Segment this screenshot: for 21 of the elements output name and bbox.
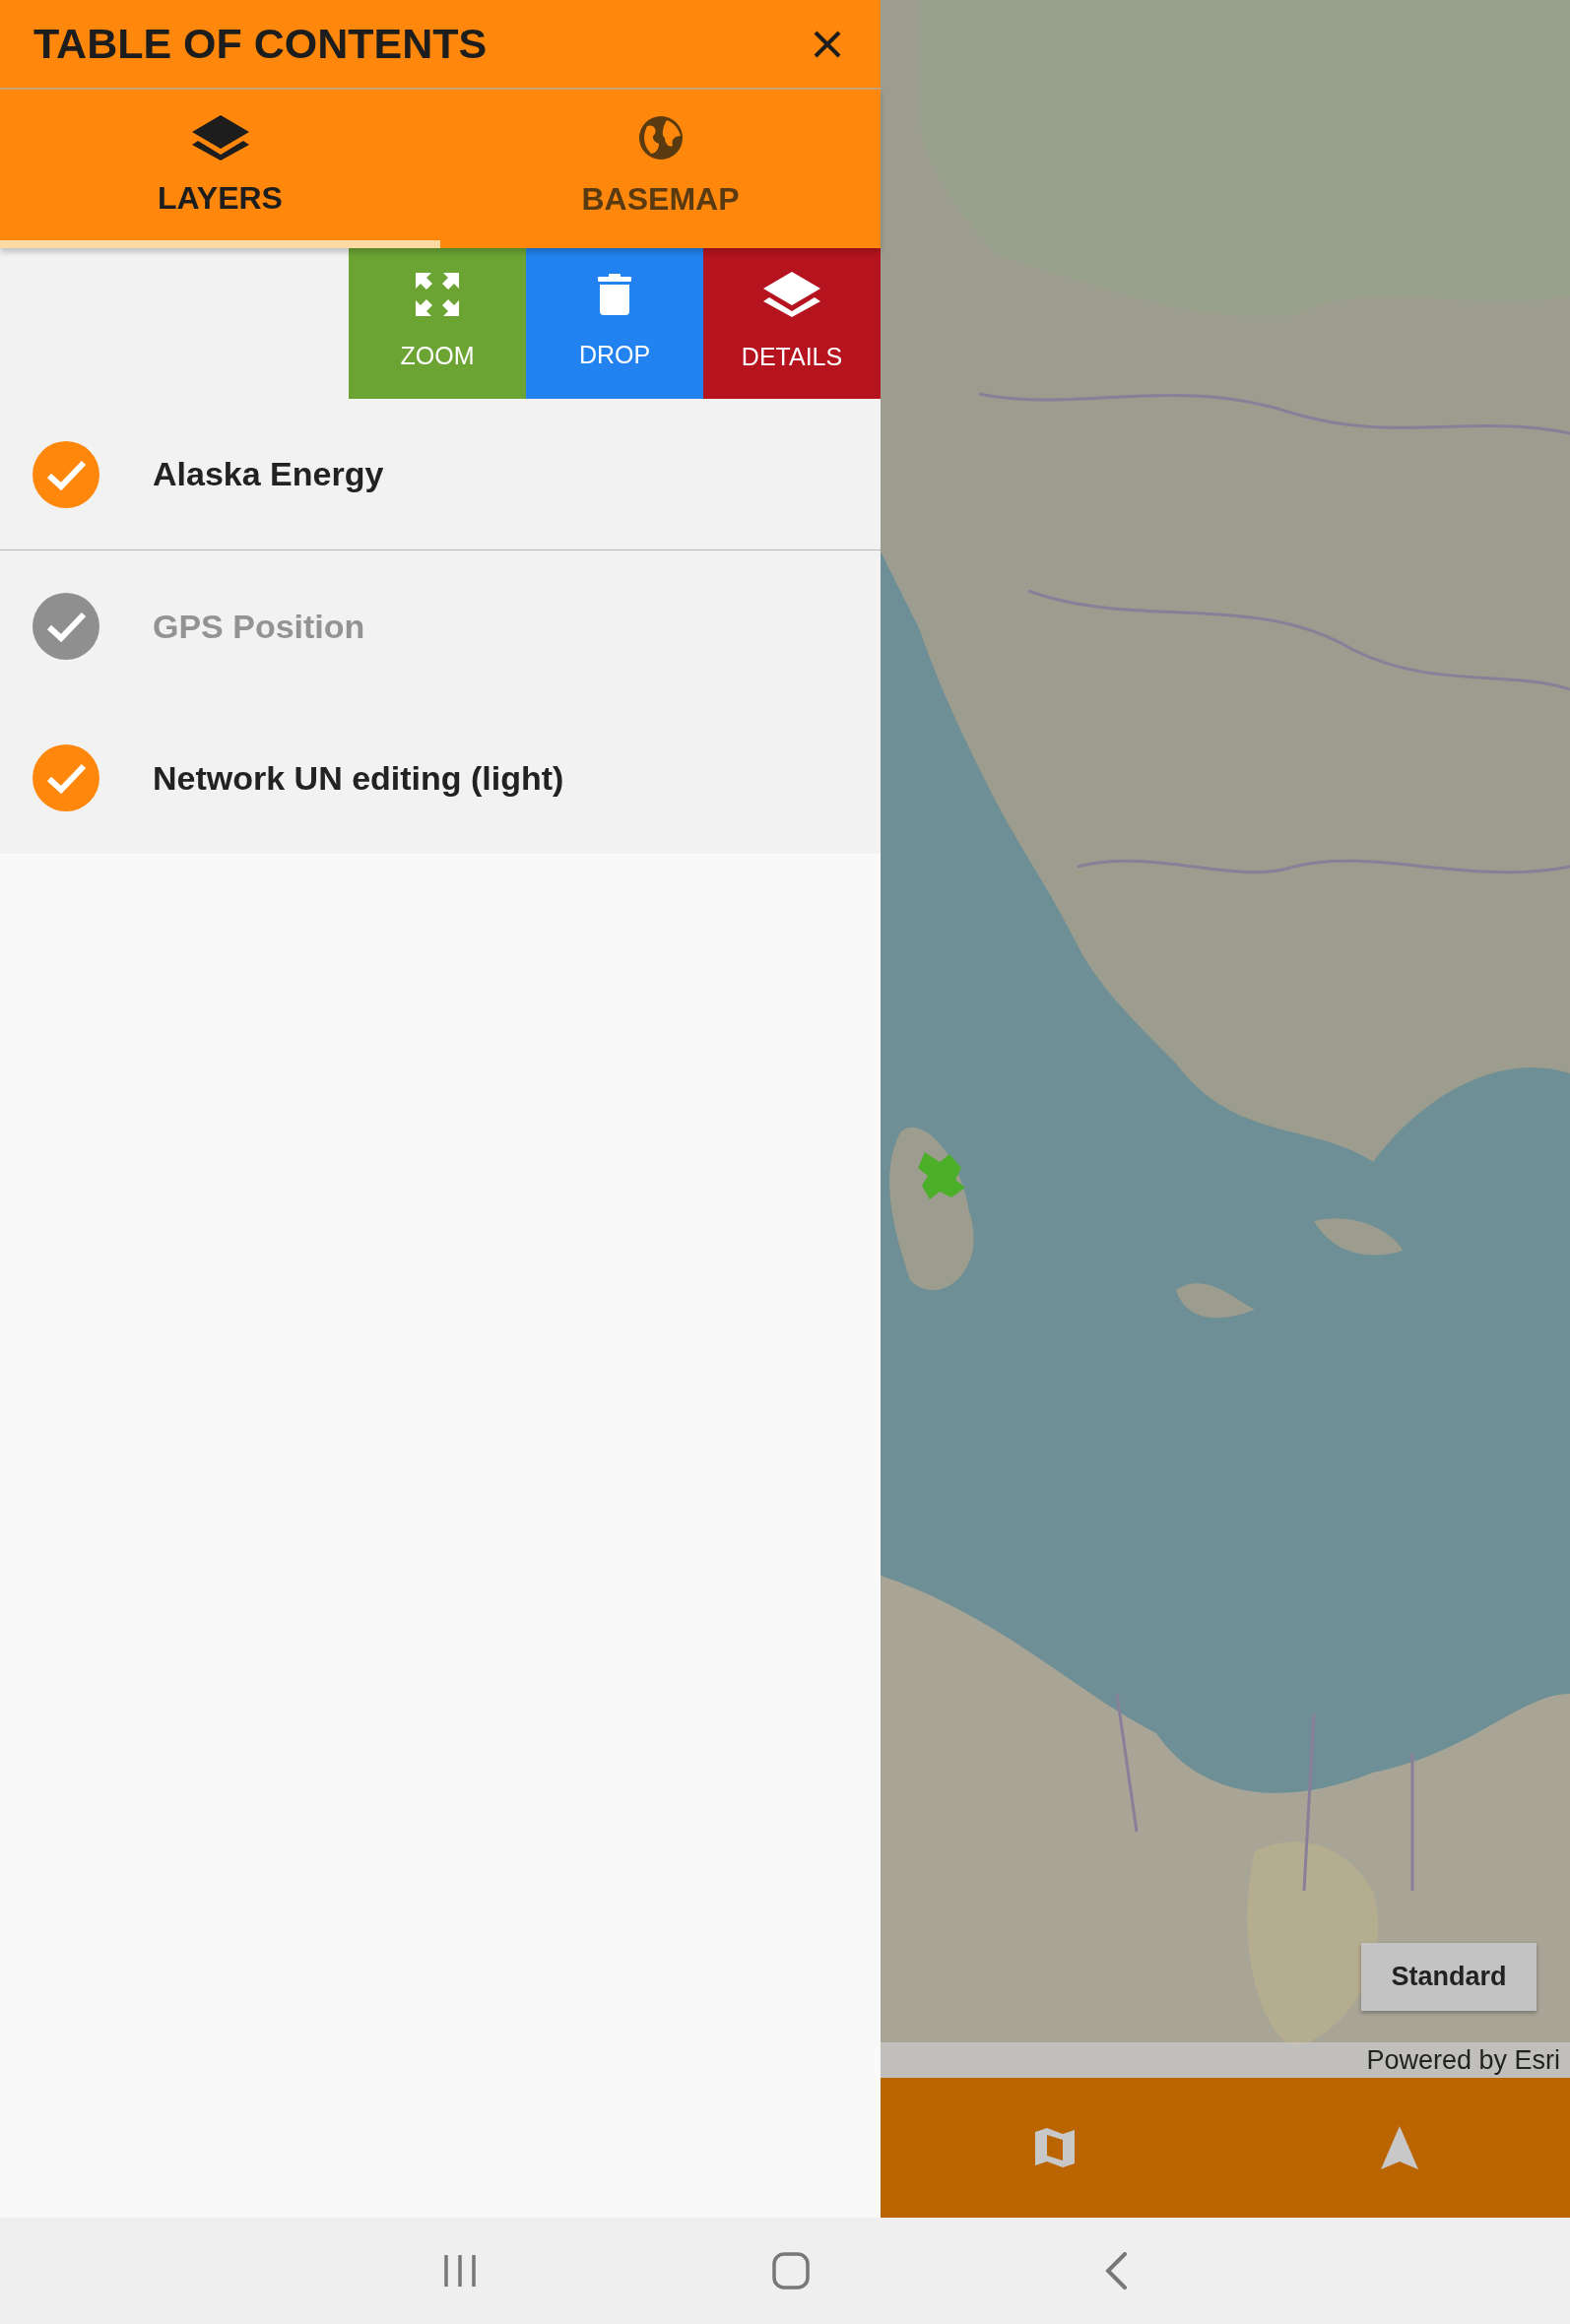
recent-apps-button[interactable] — [443, 2255, 477, 2287]
check-icon[interactable] — [33, 440, 99, 508]
expand-arrows-icon — [416, 272, 459, 316]
details-button[interactable]: DETAILS — [703, 248, 881, 399]
check-icon[interactable] — [33, 744, 99, 811]
drop-button[interactable]: DROP — [526, 248, 703, 399]
layer-name[interactable]: Network UN editing (light) — [153, 752, 564, 804]
map-icon[interactable] — [1032, 2126, 1077, 2169]
layer-name[interactable]: Alaska Energy — [153, 449, 384, 499]
navigation-arrow-icon[interactable] — [1380, 2126, 1418, 2169]
basemap-button[interactable]: Standard — [1361, 1943, 1537, 2011]
layers-icon — [191, 115, 249, 161]
attribution-text: Powered by Esri — [881, 2042, 1570, 2078]
trash-icon — [598, 273, 631, 315]
layers-icon — [763, 271, 820, 317]
back-button[interactable] — [1105, 2252, 1127, 2290]
tab[interactable]: BASEMAP — [440, 90, 881, 248]
home-button[interactable] — [772, 2252, 810, 2290]
check-icon[interactable] — [33, 593, 99, 660]
globe-icon — [636, 114, 685, 161]
panel-title: TABLE OF CONTENTS — [33, 18, 488, 69]
